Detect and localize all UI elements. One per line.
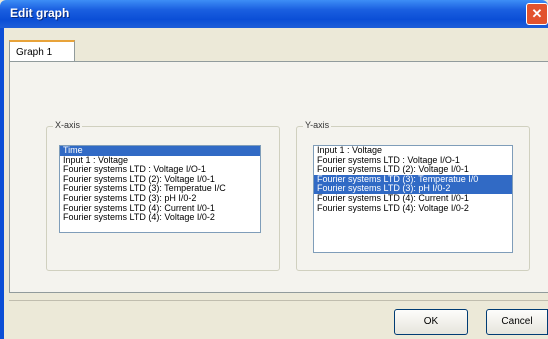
list-item[interactable]: Fourier systems LTD (4): Voltage I/0-2 xyxy=(314,203,512,214)
y-axis-label: Y-axis xyxy=(303,120,332,130)
y-axis-listbox[interactable]: Input 1 : Voltage Fourier systems LTD : … xyxy=(313,145,513,253)
tab-graph-1[interactable]: Graph 1 xyxy=(9,40,75,61)
cancel-button[interactable]: Cancel xyxy=(486,309,548,335)
tab-panel: X-axis Time Input 1 : Voltage Fourier sy… xyxy=(9,61,548,293)
x-axis-label: X-axis xyxy=(53,120,83,130)
window-title: Edit graph xyxy=(10,6,70,20)
x-axis-listbox[interactable]: Time Input 1 : Voltage Fourier systems L… xyxy=(59,145,261,233)
x-axis-group: X-axis Time Input 1 : Voltage Fourier sy… xyxy=(46,120,280,271)
divider xyxy=(9,300,548,301)
close-icon[interactable]: ✕ xyxy=(526,3,548,25)
list-item[interactable]: Fourier systems LTD (4): Voltage I/0-2 xyxy=(60,213,260,223)
window-border xyxy=(0,28,4,339)
y-axis-group: Y-axis Input 1 : Voltage Fourier systems… xyxy=(296,120,530,271)
title-bar: Edit graph ✕ xyxy=(0,0,548,28)
ok-button[interactable]: OK xyxy=(394,309,468,335)
